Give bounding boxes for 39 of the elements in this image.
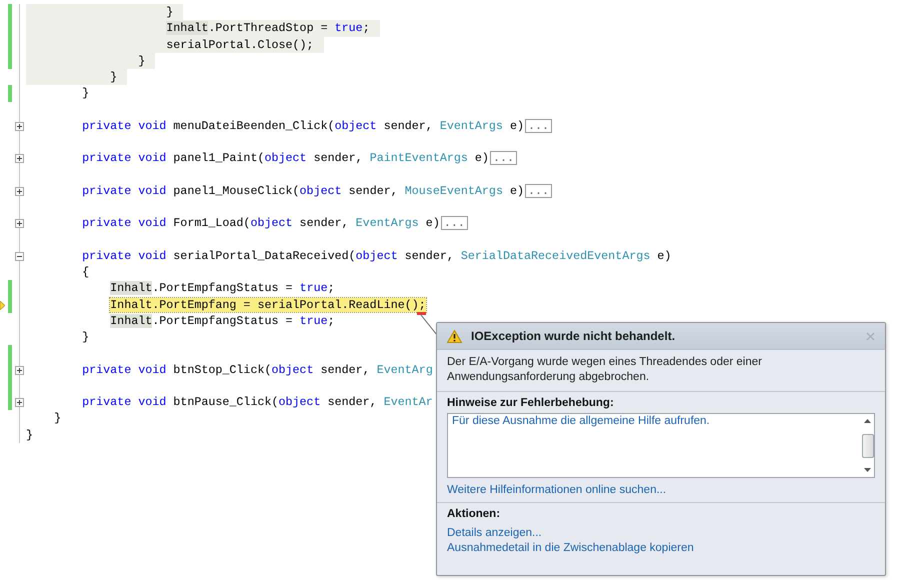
expand-icon[interactable] xyxy=(15,122,24,131)
code-line: private void btnPause_Click(object sender, EventAr xyxy=(81,394,433,410)
action-link[interactable]: Ausnahmedetail in die Zwischenablage kopieren xyxy=(447,542,694,554)
code-line: Inhalt.PortEmpfangStatus = true; xyxy=(109,312,335,329)
code-line: private void serialPortal_DataReceived(object sender, SerialDataReceivedEventArgs e) xyxy=(81,248,672,264)
code-line: private void Form1_Load(object sender, EventArgs e) xyxy=(81,215,440,232)
action-link[interactable]: Details anzeigen... xyxy=(447,527,542,539)
expand-icon[interactable] xyxy=(15,154,24,164)
error-marker xyxy=(417,312,426,315)
code-line: } xyxy=(53,410,62,426)
code-line: } xyxy=(81,329,90,346)
code-line: private void panel1_MouseClick(object sender, MouseEventArgs e) xyxy=(81,182,524,199)
expand-icon[interactable] xyxy=(15,398,24,407)
collapsed-region-button[interactable]: ... xyxy=(440,216,468,230)
code-line: private void panel1_Paint(object sender, PaintEventArgs e) xyxy=(81,150,489,166)
code-line: { xyxy=(81,264,90,280)
expand-icon[interactable] xyxy=(15,219,24,228)
scroll-thumb[interactable] xyxy=(862,434,874,458)
code-line: } xyxy=(81,85,90,102)
code-line: } xyxy=(26,426,34,443)
code-line: private void btnStop_Click(object sender, EventArg xyxy=(81,362,433,378)
popup-title: IOException wurde nicht behandelt. xyxy=(471,329,676,343)
help-link[interactable]: Für diese Ausnahme die allgemeine Hilfe aufrufen. xyxy=(452,415,710,427)
collapsed-region-button[interactable]: ... xyxy=(525,118,552,133)
online-help-link[interactable]: Weitere Hilfeinformationen online suchen... xyxy=(447,484,666,496)
expand-icon[interactable] xyxy=(15,186,24,196)
warning-icon xyxy=(447,330,462,342)
error-message: Der E/A-Vorgang wurde wegen eines Threadendes oder einer Anwendungsanforderung abgebrochen. xyxy=(447,355,763,385)
code-line: Inhalt.PortEmpfangStatus = true; xyxy=(109,280,335,296)
code-line: private void menuDateiBeenden_Click(object sender, EventArgs e) xyxy=(81,118,524,134)
scroll-down-icon[interactable] xyxy=(864,468,871,472)
collapsed-region-button[interactable]: ... xyxy=(525,184,552,198)
leader-line xyxy=(420,314,438,336)
scroll-up-icon[interactable] xyxy=(864,419,871,423)
section-heading: Aktionen: xyxy=(447,508,502,520)
collapsed-region-button[interactable]: ... xyxy=(490,151,517,166)
expand-icon[interactable] xyxy=(15,366,24,374)
section-heading: Hinweise zur Fehlerbehebung: xyxy=(447,397,615,409)
collapse-icon[interactable] xyxy=(15,252,24,261)
